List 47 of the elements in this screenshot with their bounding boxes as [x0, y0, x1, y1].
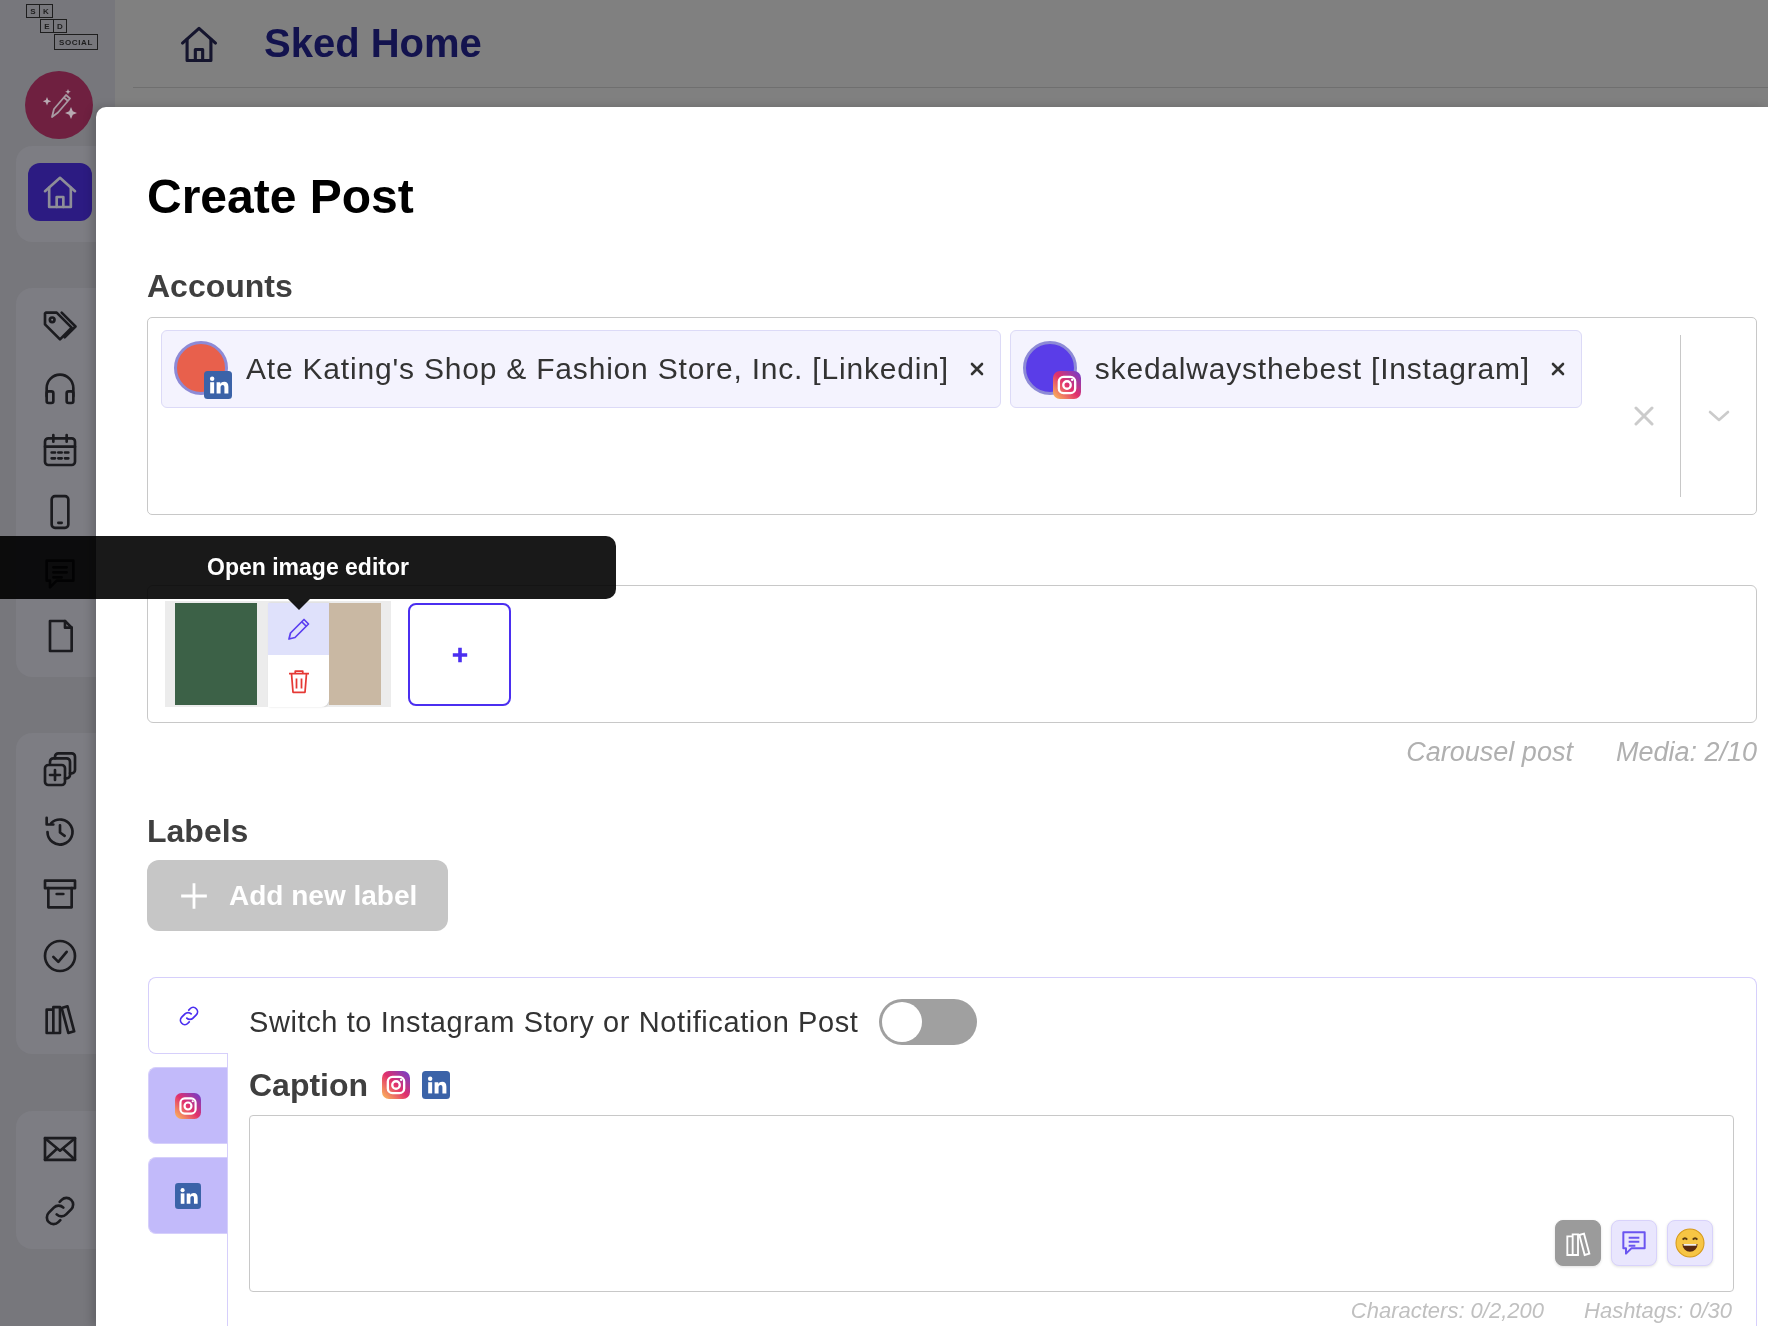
caption-tab[interactable]: [148, 1067, 227, 1144]
caption-tab[interactable]: [148, 1157, 227, 1234]
counter-text: Hashtags: 0/30: [1584, 1298, 1732, 1324]
tooltip: Open image editor: [0, 536, 616, 599]
caption-field[interactable]: [249, 1115, 1734, 1292]
logo-letter: D: [53, 19, 67, 33]
toggle-switch[interactable]: [879, 999, 978, 1045]
linkedin-icon: [204, 371, 232, 399]
logo-letter: S: [26, 4, 40, 18]
plus-icon: [450, 645, 469, 664]
delete-image-button[interactable]: [268, 655, 329, 707]
grinning-face-icon: [1674, 1227, 1706, 1259]
plus-icon: [180, 881, 208, 910]
accounts-field[interactable]: Ate Kating's Shop & Fashion Store, Inc. [Linkedin] skedalwaysthebest [Instagram]: [147, 317, 1757, 515]
counter-text: Characters: 0/2,200: [1350, 1298, 1544, 1324]
media-note: Media: 2/10: [1615, 736, 1757, 769]
logo-letter: K: [39, 4, 53, 18]
close-icon: [1549, 361, 1566, 377]
close-icon: [968, 361, 985, 377]
remove-account-button[interactable]: [968, 361, 985, 377]
caption-label: Caption: [249, 1066, 369, 1104]
chevron-down-icon: [1708, 410, 1730, 422]
emoji-button[interactable]: [1667, 1220, 1713, 1266]
logo-word: SOCIAL: [54, 34, 98, 50]
add-media-button[interactable]: [408, 603, 511, 706]
nav-button[interactable]: [27, 163, 92, 221]
remove-account-button[interactable]: [1549, 361, 1566, 377]
page-title: Sked Home: [264, 21, 482, 66]
close-icon: [1634, 406, 1654, 426]
linkedin-icon: [175, 1182, 201, 1209]
media-note: Carousel post: [1406, 736, 1573, 769]
account-name: skedalwaysthebest [Instagram]: [1094, 352, 1530, 386]
section-heading: Accounts: [147, 267, 293, 306]
instagram-icon: [382, 1071, 411, 1099]
magic-pencil-icon[interactable]: [25, 71, 93, 139]
edit-image-button[interactable]: [268, 603, 329, 655]
library-button[interactable]: [1555, 1220, 1601, 1266]
section-heading: Labels: [147, 812, 249, 851]
comment-button[interactable]: [1611, 1220, 1657, 1266]
account-name: Ate Kating's Shop & Fashion Store, Inc. [Linkedin]: [246, 352, 949, 386]
tooltip-arrow-icon: [288, 599, 310, 610]
dialog-title: Create Post: [147, 169, 414, 225]
logo-letter: E: [40, 19, 54, 33]
instagram-icon: [175, 1092, 201, 1119]
linkedin-icon: [422, 1071, 451, 1099]
instagram-icon: [1052, 371, 1081, 399]
toggle-label: Switch to Instagram Story or Notification Post: [249, 1005, 859, 1039]
